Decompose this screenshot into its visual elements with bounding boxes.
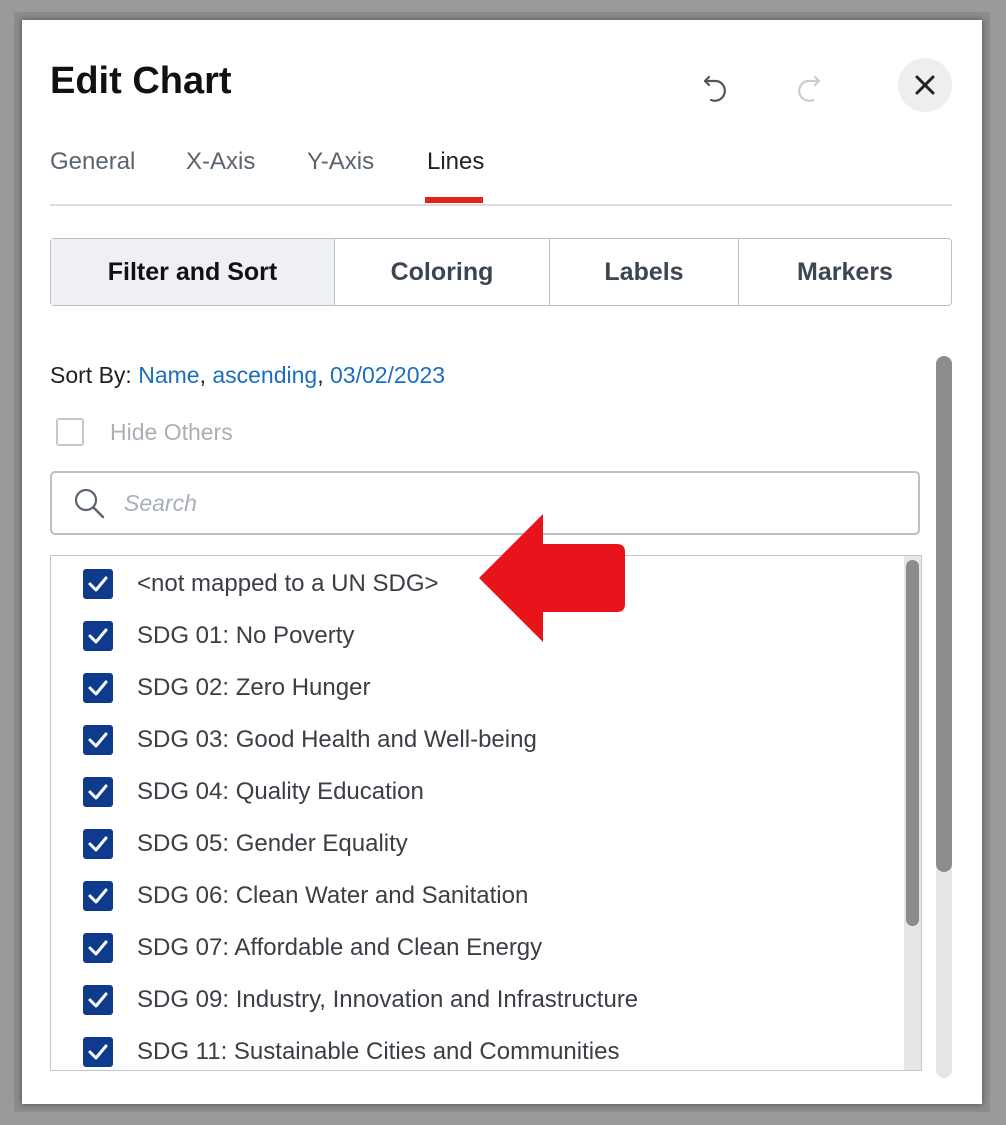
checkmark-icon (88, 1044, 108, 1060)
list-scrollbar[interactable] (904, 556, 921, 1070)
checkmark-icon (88, 628, 108, 644)
close-icon (915, 75, 935, 95)
undo-icon (703, 75, 726, 102)
item-label: SDG 02: Zero Hunger (137, 674, 371, 701)
tab-general[interactable]: General (50, 148, 135, 176)
hide-others-checkbox[interactable] (56, 418, 84, 446)
list-item[interactable]: SDG 11: Sustainable Cities and Communiti… (51, 1026, 901, 1070)
redo-icon (798, 75, 821, 102)
search-input[interactable] (122, 488, 826, 518)
item-label: SDG 07: Affordable and Clean Energy (137, 934, 543, 961)
item-label: SDG 04: Quality Education (137, 778, 424, 805)
list-item[interactable]: SDG 01: No Poverty (51, 610, 901, 662)
list-item[interactable]: SDG 03: Good Health and Well-being (51, 714, 901, 766)
dialog-title: Edit Chart (50, 60, 232, 102)
hide-others-label: Hide Others (110, 418, 233, 445)
item-checkbox[interactable] (83, 933, 113, 963)
chart-tabs: General X-Axis Y-Axis Lines (50, 144, 952, 206)
checkmark-icon (88, 732, 108, 748)
checkmark-icon (88, 836, 108, 852)
lines-subtabs: Filter and Sort Coloring Labels Markers (50, 238, 952, 306)
checkmark-icon (88, 940, 108, 956)
item-checkbox[interactable] (83, 621, 113, 651)
tab-lines[interactable]: Lines (427, 148, 484, 176)
checkmark-icon (88, 576, 108, 592)
checkmark-icon (88, 784, 108, 800)
item-label: SDG 09: Industry, Innovation and Infrast… (137, 986, 639, 1013)
sort-by-label: Sort By: (50, 362, 139, 388)
item-label: <not mapped to a UN SDG> (137, 570, 439, 597)
checkmark-icon (88, 680, 108, 696)
item-checkbox[interactable] (83, 881, 113, 911)
list-item[interactable]: <not mapped to a UN SDG> (51, 558, 901, 610)
list-item[interactable]: SDG 02: Zero Hunger (51, 662, 901, 714)
list-item[interactable]: SDG 09: Industry, Innovation and Infrast… (51, 974, 901, 1026)
subtab-labels[interactable]: Labels (550, 239, 739, 305)
item-label: SDG 03: Good Health and Well-being (137, 726, 537, 753)
item-checkbox[interactable] (83, 725, 113, 755)
left-arrow-icon (479, 514, 625, 642)
close-button[interactable] (898, 58, 952, 112)
item-checkbox[interactable] (83, 985, 113, 1015)
subtab-filter-and-sort[interactable]: Filter and Sort (51, 239, 335, 305)
item-label: SDG 01: No Poverty (137, 622, 355, 649)
undo-button[interactable] (694, 66, 738, 110)
item-checkbox[interactable] (83, 777, 113, 807)
checkmark-icon (88, 992, 108, 1008)
sort-field-link[interactable]: Name (138, 362, 199, 388)
item-checkbox[interactable] (83, 569, 113, 599)
panel-scrollbar-thumb[interactable] (936, 356, 952, 872)
hide-others-row[interactable]: Hide Others (56, 418, 233, 446)
active-tab-indicator (425, 197, 483, 203)
list-item[interactable]: SDG 07: Affordable and Clean Energy (51, 922, 901, 974)
item-label: SDG 11: Sustainable Cities and Communiti… (137, 1038, 620, 1065)
tab-y-axis[interactable]: Y-Axis (307, 148, 374, 176)
list-item[interactable]: SDG 05: Gender Equality (51, 818, 901, 870)
sort-by-line: Sort By: Name, ascending, 03/02/2023 (50, 362, 446, 388)
subtab-markers[interactable]: Markers (739, 239, 951, 305)
item-checkbox[interactable] (83, 673, 113, 703)
subtab-coloring[interactable]: Coloring (335, 239, 550, 305)
sort-order-link[interactable]: ascending (212, 362, 317, 388)
item-label: SDG 05: Gender Equality (137, 830, 408, 857)
list-scrollbar-thumb[interactable] (906, 560, 919, 926)
item-label: SDG 06: Clean Water and Sanitation (137, 882, 529, 909)
sort-date-link[interactable]: 03/02/2023 (330, 362, 445, 388)
edit-chart-dialog: Edit Chart General X-Axis Y-Axis Lines F… (22, 20, 982, 1104)
item-checkbox[interactable] (83, 1037, 113, 1067)
panel-scrollbar[interactable] (936, 356, 952, 1078)
checkmark-icon (88, 888, 108, 904)
list-item[interactable]: SDG 06: Clean Water and Sanitation (51, 870, 901, 922)
redo-button[interactable] (786, 66, 830, 110)
list-item[interactable]: SDG 04: Quality Education (51, 766, 901, 818)
tab-x-axis[interactable]: X-Axis (186, 148, 255, 176)
search-icon (74, 488, 105, 519)
item-checkbox[interactable] (83, 829, 113, 859)
